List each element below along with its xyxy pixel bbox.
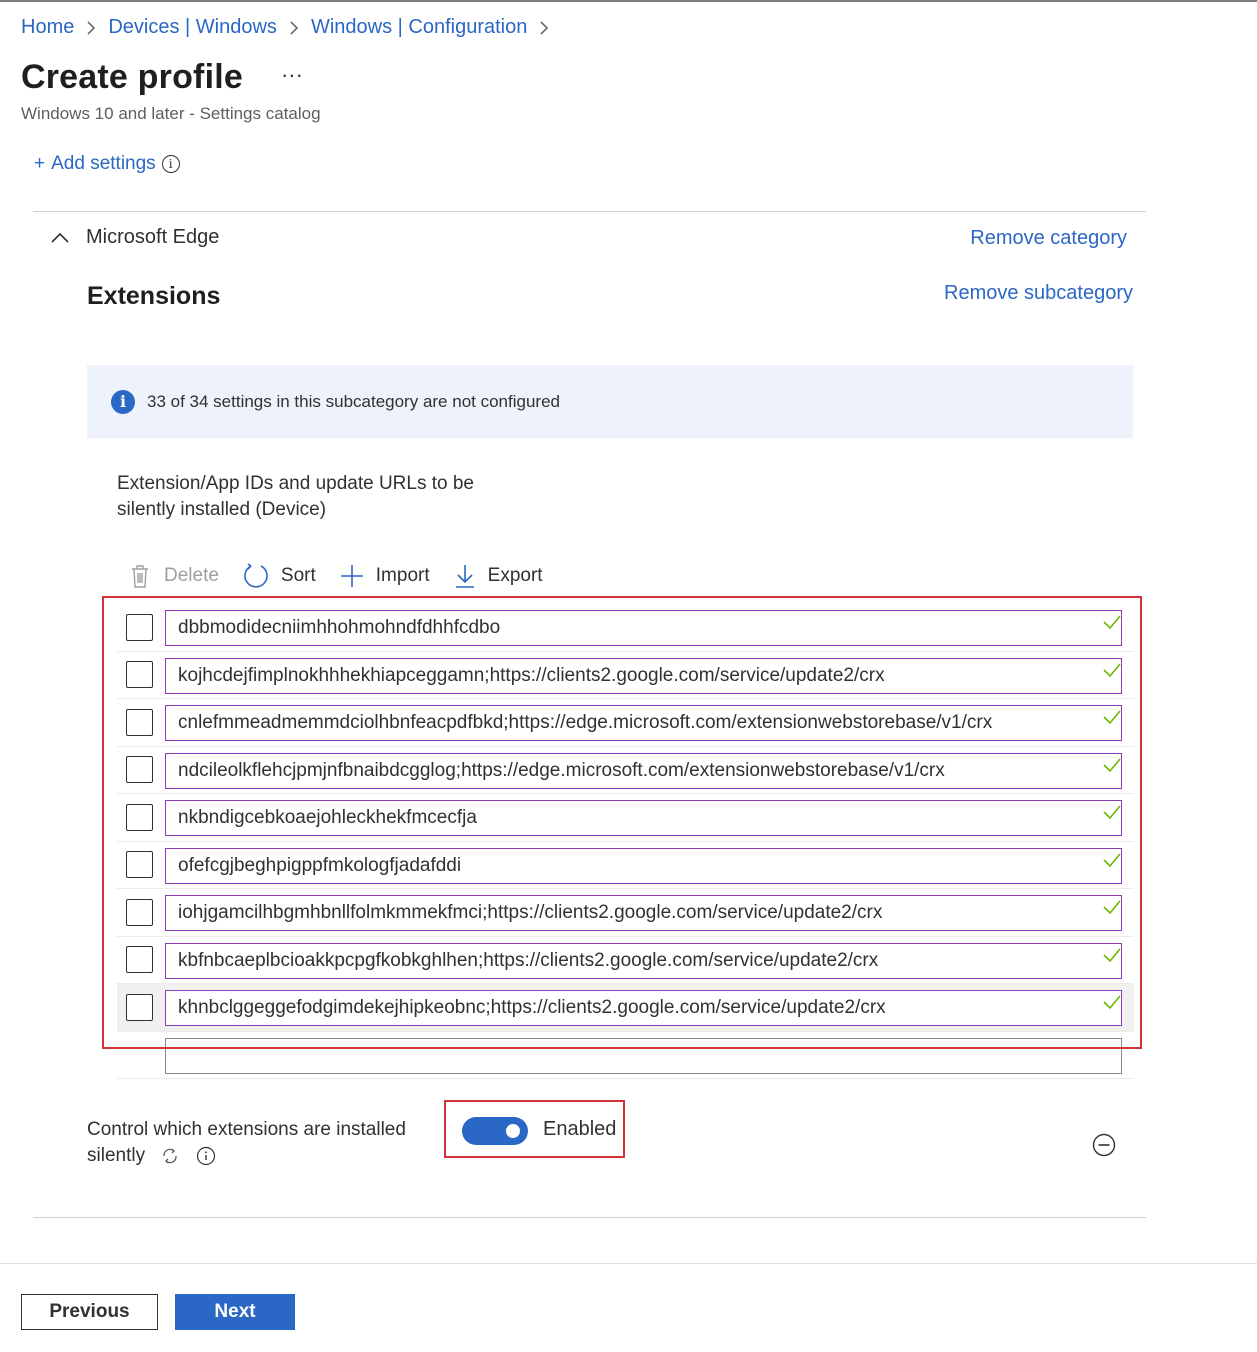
footer-divider: [0, 1263, 1257, 1264]
extension-id-field[interactable]: cnlefmmeadmemmdciolhbnfeacpdfbkd;https:/…: [165, 705, 1122, 741]
info-message-text: 33 of 34 settings in this subcategory ar…: [147, 391, 560, 411]
list-item: cnlefmmeadmemmdciolhbnfeacpdfbkd;https:/…: [117, 699, 1134, 747]
control-setting-text: Control which extensions are installed s…: [87, 1119, 406, 1166]
breadcrumb-home[interactable]: Home: [21, 16, 74, 39]
import-button[interactable]: Import: [340, 564, 430, 588]
checkmark-icon: [1103, 805, 1121, 820]
list-item: kbfnbcaeplbcioakkpcpgfkobkghlhen;https:/…: [117, 937, 1134, 984]
info-icon: i: [111, 389, 135, 414]
breadcrumb-devices-windows[interactable]: Devices | Windows: [108, 16, 277, 39]
extension-id-field[interactable]: khnbclggeggefodgimdekejhipkeobnc;https:/…: [165, 990, 1122, 1026]
extension-id-field[interactable]: ofefcgjbeghpigppfmkologfjadafddi: [165, 847, 1122, 884]
extension-id-field[interactable]: nkbndigcebkoaejohleckhekfmcecfja: [165, 800, 1122, 836]
row-checkbox[interactable]: [126, 613, 153, 641]
breadcrumb: Home Devices | Windows Windows | Configu…: [21, 16, 561, 39]
extension-id-list: dbbmodidecniimhhohmohndfdhhfcdbo kojhcde…: [117, 604, 1134, 1079]
row-checkbox[interactable]: [126, 708, 153, 736]
list-item: ndcileolkflehcjpmjnfbnaibdcgglog;https:/…: [117, 747, 1134, 794]
row-checkbox[interactable]: [126, 993, 153, 1021]
row-checkbox[interactable]: [126, 661, 153, 689]
remove-setting-icon[interactable]: [1092, 1133, 1116, 1157]
extension-id-field[interactable]: dbbmodidecniimhhohmohndfdhhfcdbo: [165, 610, 1122, 646]
new-extension-id-input[interactable]: [165, 1037, 1122, 1074]
list-item: kojhcdejfimplnokhhhekhiapceggamn;https:/…: [117, 652, 1134, 699]
toggle-state-label: Enabled: [543, 1118, 617, 1140]
remove-subcategory-link[interactable]: Remove subcategory: [944, 282, 1133, 305]
info-icon[interactable]: i: [161, 155, 180, 173]
toggle-knob: [506, 1124, 520, 1138]
refresh-icon: [244, 563, 268, 588]
setting-label: Extension/App IDs and update URLs to be …: [117, 473, 475, 520]
window-top-border: [0, 0, 1257, 2]
trash-icon: [132, 565, 148, 588]
category-header: Microsoft Edge: [50, 226, 219, 249]
checkmark-icon: [1103, 615, 1121, 630]
more-options-icon[interactable]: ···: [281, 62, 303, 88]
checkmark-icon: [1103, 852, 1121, 867]
import-label: Import: [375, 565, 430, 586]
divider: [33, 211, 1146, 212]
row-checkbox[interactable]: [126, 851, 153, 879]
plus-icon: +: [34, 153, 46, 174]
info-icon[interactable]: [196, 1146, 216, 1166]
checkmark-icon: [1103, 900, 1121, 915]
row-checkbox[interactable]: [126, 803, 153, 831]
page-header: Create profile ···: [21, 58, 303, 97]
sync-icon: [163, 1148, 178, 1164]
chevron-right-icon: [289, 20, 299, 36]
checkmark-icon: [1103, 710, 1121, 725]
divider: [33, 1217, 1146, 1218]
info-message-bar: i 33 of 34 settings in this subcategory …: [87, 365, 1133, 438]
delete-button[interactable]: Delete: [128, 563, 219, 589]
page-subtitle: Windows 10 and later - Settings catalog: [21, 104, 321, 123]
list-item: iohjgamcilhbgmhbnllfolmkmmekfmci;https:/…: [117, 889, 1134, 937]
checkmark-icon: [1103, 662, 1121, 677]
chevron-right-icon: [86, 20, 96, 36]
list-item: ofefcgjbeghpigppfmkologfjadafddi: [117, 842, 1134, 889]
checkmark-icon: [1103, 757, 1121, 772]
list-toolbar: Delete Sort Import Export: [128, 563, 567, 589]
row-checkbox[interactable]: [126, 946, 153, 974]
download-icon: [455, 565, 474, 588]
page-title: Create profile: [21, 58, 243, 96]
subcategory-title: Extensions: [87, 282, 221, 310]
row-checkbox[interactable]: [126, 756, 153, 784]
control-setting-label: Control which extensions are installed s…: [87, 1117, 427, 1169]
checkmark-icon: [1103, 947, 1121, 962]
add-settings-link[interactable]: + Add settings i: [34, 153, 180, 175]
sort-button[interactable]: Sort: [243, 563, 316, 589]
previous-button[interactable]: Previous: [21, 1294, 158, 1330]
remove-category-link[interactable]: Remove category: [970, 227, 1127, 250]
add-settings-label: Add settings: [51, 153, 156, 174]
export-label: Export: [487, 565, 543, 586]
checkmark-icon: [1103, 995, 1121, 1010]
row-checkbox[interactable]: [126, 898, 153, 926]
sort-label: Sort: [280, 565, 316, 586]
next-button[interactable]: Next: [175, 1294, 295, 1330]
list-item: khnbclggeggefodgimdekejhipkeobnc;https:/…: [117, 984, 1134, 1032]
extension-id-field[interactable]: kbfnbcaeplbcioakkpcpgfkobkghlhen;https:/…: [165, 942, 1122, 979]
extension-id-field[interactable]: ndcileolkflehcjpmjnfbnaibdcgglog;https:/…: [165, 752, 1122, 789]
extension-id-field[interactable]: iohjgamcilhbgmhbnllfolmkmmekfmci;https:/…: [165, 895, 1122, 931]
export-button[interactable]: Export: [454, 563, 543, 589]
chevron-right-icon: [539, 20, 549, 36]
breadcrumb-windows-configuration[interactable]: Windows | Configuration: [311, 16, 527, 39]
list-item-new: [117, 1032, 1134, 1079]
plus-icon: [340, 565, 363, 587]
list-item: nkbndigcebkoaejohleckhekfmcecfja: [117, 794, 1134, 842]
extension-id-field[interactable]: kojhcdejfimplnokhhhekhiapceggamn;https:/…: [165, 657, 1122, 694]
chevron-up-icon[interactable]: [50, 228, 70, 248]
enabled-toggle[interactable]: [462, 1117, 528, 1145]
delete-label: Delete: [164, 565, 219, 586]
list-item: dbbmodidecniimhhohmohndfdhhfcdbo: [117, 604, 1134, 652]
category-name: Microsoft Edge: [86, 226, 220, 248]
